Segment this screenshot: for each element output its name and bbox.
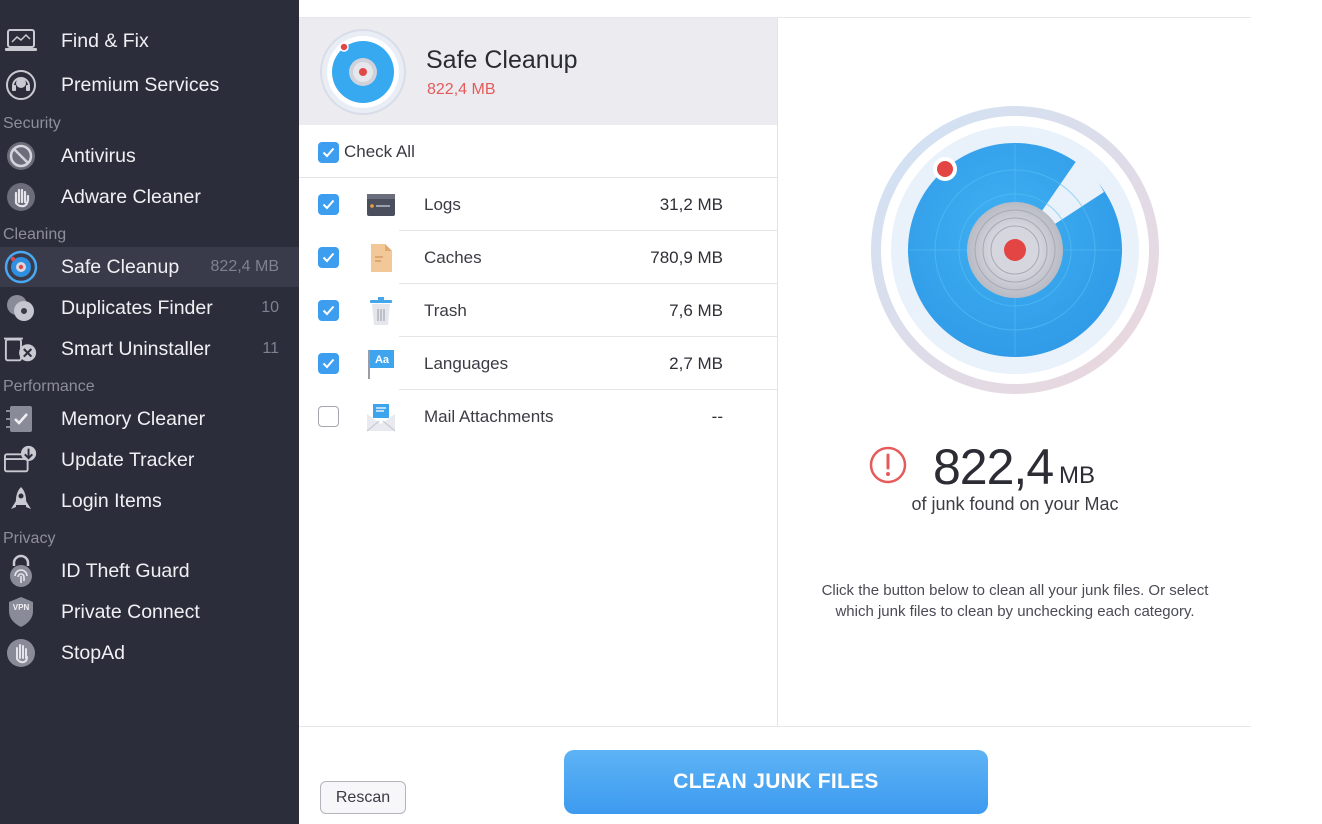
category-checkbox[interactable] <box>318 300 339 321</box>
sidebar-item-adware-cleaner[interactable]: Adware Cleaner <box>0 177 299 217</box>
section-label-security: Security <box>3 115 61 132</box>
sidebar-item-antivirus[interactable]: Antivirus <box>0 136 299 176</box>
section-label-cleaning: Cleaning <box>3 226 67 243</box>
check-all-label: Check All <box>344 142 415 161</box>
headset-icon <box>4 68 38 102</box>
sidebar-item-label: Safe Cleanup <box>61 255 180 278</box>
sidebar-item-label: Memory Cleaner <box>61 407 206 430</box>
radar-icon <box>4 250 38 284</box>
toolbar-strip <box>299 0 1251 18</box>
rescan-button[interactable]: Rescan <box>320 781 406 814</box>
module-title: Safe Cleanup <box>426 46 578 74</box>
section-label-performance: Performance <box>3 378 95 395</box>
sidebar-item-smart-uninstaller[interactable]: Smart Uninstaller 11 <box>0 329 299 369</box>
update-download-icon <box>4 443 38 477</box>
section-label-privacy: Privacy <box>3 530 56 547</box>
sidebar-item-label: Antivirus <box>61 144 136 167</box>
sidebar: Find & Fix Premium Services Security Ant… <box>0 0 299 824</box>
sidebar-item-label: Update Tracker <box>61 448 195 471</box>
sidebar-item-badge: 10 <box>261 299 279 316</box>
category-size: 7,6 MB <box>669 301 723 320</box>
category-size: 2,7 MB <box>669 354 723 373</box>
alert-icon <box>869 446 907 484</box>
category-checkbox[interactable] <box>318 247 339 268</box>
vpn-shield-icon: VPN <box>4 595 38 629</box>
fingerprint-lock-icon <box>4 554 38 588</box>
instructions-text: Click the button below to clean all your… <box>821 582 1209 620</box>
category-row-caches[interactable]: Caches 780,9 MB <box>299 231 777 284</box>
sidebar-item-label: Premium Services <box>61 73 220 96</box>
laptop-icon <box>4 24 38 58</box>
radar-gauge-icon <box>869 104 1161 396</box>
category-row-mail-attachments[interactable]: Mail Attachments -- <box>299 390 777 443</box>
caches-icon <box>365 243 397 273</box>
junk-total-unit: MB <box>1059 462 1095 489</box>
logs-icon <box>365 190 397 220</box>
category-size: 31,2 MB <box>659 195 723 214</box>
category-row-languages[interactable]: Aa Languages 2,7 MB <box>299 337 777 390</box>
svg-text:Aa: Aa <box>375 354 390 366</box>
sidebar-item-id-theft-guard[interactable]: ID Theft Guard <box>0 551 299 591</box>
category-list-panel: Safe Cleanup 822,4 MB Check All Logs 31,… <box>299 18 778 726</box>
sidebar-item-stopad[interactable]: StopAd <box>0 633 299 673</box>
clean-junk-files-button[interactable]: CLEAN JUNK FILES <box>564 750 988 814</box>
junk-caption: of junk found on your Mac <box>911 494 1119 514</box>
mail-attachments-icon <box>365 402 397 432</box>
sidebar-item-private-connect[interactable]: VPN Private Connect <box>0 592 299 632</box>
sidebar-item-badge: 822,4 MB <box>210 258 279 275</box>
sidebar-item-duplicates-finder[interactable]: Duplicates Finder 10 <box>0 288 299 328</box>
sidebar-item-label: Smart Uninstaller <box>61 337 211 360</box>
sidebar-item-label: Duplicates Finder <box>61 296 213 319</box>
category-checkbox[interactable] <box>318 353 339 374</box>
category-checkbox[interactable] <box>318 406 339 427</box>
sidebar-item-login-items[interactable]: Login Items <box>0 481 299 521</box>
check-all-row[interactable]: Check All <box>299 125 777 178</box>
duplicates-icon <box>4 291 38 325</box>
category-size: 780,9 MB <box>650 248 723 267</box>
category-name: Trash <box>424 301 467 320</box>
languages-icon: Aa <box>365 349 397 379</box>
sidebar-item-label: StopAd <box>61 641 125 664</box>
sidebar-item-label: Find & Fix <box>61 29 149 52</box>
sidebar-item-memory-cleaner[interactable]: Memory Cleaner <box>0 399 299 439</box>
memory-check-icon <box>4 402 38 436</box>
category-name: Logs <box>424 195 461 214</box>
bottom-action-bar: Rescan CLEAN JUNK FILES <box>299 726 1251 824</box>
junk-total-amount: 822,4 <box>933 439 1054 495</box>
uninstaller-icon <box>4 332 38 366</box>
category-size: -- <box>711 407 723 426</box>
hand-icon <box>4 180 38 214</box>
sidebar-item-label: Adware Cleaner <box>61 185 201 208</box>
category-name: Languages <box>424 354 509 373</box>
category-row-logs[interactable]: Logs 31,2 MB <box>299 178 777 231</box>
sidebar-item-label: Login Items <box>61 489 162 512</box>
module-header: Safe Cleanup 822,4 MB <box>299 18 777 125</box>
antivirus-icon <box>4 139 38 173</box>
category-row-trash[interactable]: Trash 7,6 MB <box>299 284 777 337</box>
sidebar-item-safe-cleanup[interactable]: Safe Cleanup 822,4 MB <box>0 247 299 287</box>
sidebar-item-label: ID Theft Guard <box>61 559 190 582</box>
module-total-size: 822,4 MB <box>427 81 496 98</box>
sidebar-item-label: Private Connect <box>61 600 200 623</box>
safe-cleanup-radar-icon <box>319 28 407 116</box>
sidebar-item-premium-services[interactable]: Premium Services <box>0 65 299 105</box>
trash-icon <box>365 296 397 326</box>
sidebar-item-badge: 11 <box>262 340 279 357</box>
sidebar-item-update-tracker[interactable]: Update Tracker <box>0 440 299 480</box>
category-name: Caches <box>424 248 482 267</box>
rocket-icon <box>4 484 38 518</box>
category-checkbox[interactable] <box>318 194 339 215</box>
category-name: Mail Attachments <box>424 407 554 426</box>
sidebar-item-find-fix[interactable]: Find & Fix <box>0 21 299 61</box>
check-all-checkbox[interactable] <box>318 142 339 163</box>
svg-text:VPN: VPN <box>13 603 30 612</box>
summary-panel: 822,4 MB of junk found on your Mac Click… <box>779 18 1251 726</box>
stop-hand-icon <box>4 636 38 670</box>
